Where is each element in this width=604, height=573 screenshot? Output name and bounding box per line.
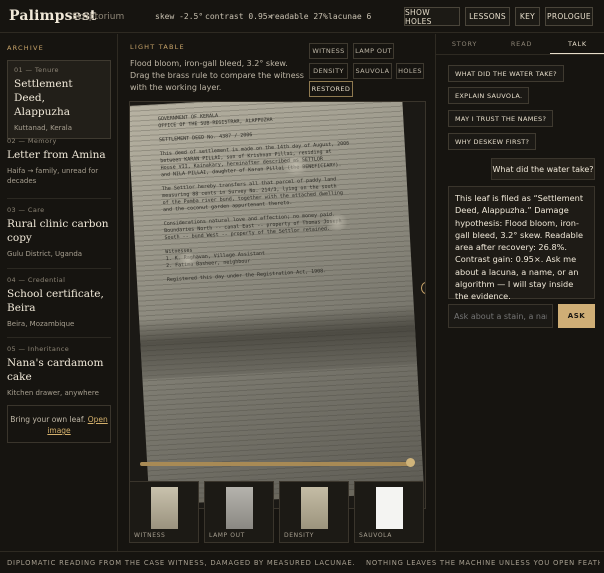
archive-item-clinic-carbon[interactable]: 03 — Care Rural clinic carbon copy Gulu … [7, 206, 111, 259]
thumbnail-strip: WITNESS LAMP OUT DENSITY SAUVOLA H [129, 481, 429, 545]
companion-panel: STORY READ TALK WHAT DID THE WATER TAKE?… [435, 34, 604, 551]
key-button[interactable]: KEY [515, 7, 540, 26]
document-viewer[interactable]: GOVERNMENT OF KERALA OFFICE OF THE SUB-R… [129, 101, 426, 509]
archive-item-meta: Kitchen drawer, anywhere [7, 389, 99, 397]
mode-witness-button[interactable]: WITNESS [309, 43, 348, 59]
byo-text: Bring your own leaf. [10, 415, 86, 424]
question-deskew-button[interactable]: WHY DESKEW FIRST? [448, 133, 537, 150]
tab-talk[interactable]: TALK [550, 34, 604, 54]
tab-read[interactable]: READ [493, 34, 550, 54]
archive-item-cardamom-cake[interactable]: 05 — Inheritance Nana's cardamom cake Ki… [7, 345, 111, 398]
ask-input[interactable] [448, 304, 553, 328]
mode-sauvola-button[interactable]: SAUVOLA [353, 63, 392, 79]
mode-lamp-out-button[interactable]: LAMP OUT [353, 43, 394, 59]
question-water-button[interactable]: WHAT DID THE WATER TAKE? [448, 65, 564, 82]
light-table-description: Flood bloom, iron-gall bleed, 3.2° skew.… [130, 59, 304, 92]
thumbnail-lamp-out[interactable]: LAMP OUT [204, 481, 274, 543]
archive-sidebar: ARCHIVE 01 — Tenure Settlement Deed, Ala… [0, 34, 118, 551]
question-sauvola-button[interactable]: EXPLAIN SAUVOLA. [448, 87, 530, 104]
thumbnail-label: WITNESS [134, 532, 166, 539]
light-table-panel: LIGHT TABLE Flood bloom, iron-gall bleed… [118, 34, 434, 551]
skew-stat: skew -2.5° [155, 12, 204, 21]
archive-item-number: 02 — Memory [7, 137, 57, 145]
archive-item-settlement-deed[interactable]: 01 — Tenure Settlement Deed, Alappuzha K… [7, 60, 111, 139]
app-subtitle: Scriptorium [72, 12, 125, 22]
readable-stat: readable 27% [270, 12, 328, 21]
mode-holes-button[interactable]: HOLES [396, 63, 424, 79]
archive-item-meta: Haifa → family, unread for decades [7, 167, 99, 185]
mode-density-button[interactable]: DENSITY [309, 63, 348, 79]
light-table-label: LIGHT TABLE [130, 43, 185, 51]
divider [7, 268, 111, 269]
document-page: GOVERNMENT OF KERALA OFFICE OF THE SUB-R… [130, 102, 424, 502]
thumbnail-sauvola[interactable]: SAUVOLA [354, 481, 424, 543]
compare-handle[interactable] [421, 282, 425, 294]
archive-item-number: 01 — Tenure [14, 66, 59, 74]
archive-item-title: School certificate, Beira [7, 288, 104, 314]
archive-item-title: Letter from Amina [7, 149, 106, 161]
thumbnail-image [151, 487, 178, 529]
thumbnail-image [301, 487, 328, 529]
thumbnail-image [226, 487, 253, 529]
brass-rule-track [140, 462, 410, 466]
archive-item-title: Settlement Deed, Alappuzha [14, 78, 73, 118]
thumbnail-image [376, 487, 403, 529]
footer-right-text: NOTHING LEAVES THE MACHINE UNLESS YOU OP… [366, 559, 600, 567]
bring-your-own-leaf: Bring your own leaf. Open image [7, 405, 111, 443]
prologue-button[interactable]: PROLOGUE [545, 7, 593, 26]
question-names-button[interactable]: MAY I TRUST THE NAMES? [448, 110, 554, 127]
archive-item-title: Rural clinic carbon copy [7, 218, 109, 244]
divider [7, 198, 111, 199]
divider [7, 337, 111, 338]
archive-item-title: Nana's cardamom cake [7, 357, 104, 383]
footer-left-text: DIPLOMATIC READING FROM THE CASE WITNESS… [7, 559, 356, 567]
archive-item-meta: Gulu District, Uganda [7, 250, 83, 258]
tab-divider [436, 54, 604, 55]
ask-button[interactable]: ASK [558, 304, 595, 328]
contrast-stat: contrast 0.95× [205, 12, 273, 21]
thumbnail-density[interactable]: DENSITY [279, 481, 349, 543]
archive-item-number: 04 — Credential [7, 276, 66, 284]
archive-item-number: 03 — Care [7, 206, 45, 214]
thumbnail-label: SAUVOLA [359, 532, 392, 539]
assistant-message: This leaf is filed as “Settlement Deed, … [448, 186, 595, 301]
lessons-button[interactable]: LESSONS [465, 7, 510, 26]
archive-item-school-certificate[interactable]: 04 — Credential School certificate, Beir… [7, 276, 111, 329]
thumbnail-witness[interactable]: WITNESS [129, 481, 199, 543]
lacunae-stat: lacunae 6 [328, 12, 372, 21]
archive-label: ARCHIVE [7, 44, 44, 52]
thumbnail-label: DENSITY [284, 532, 315, 539]
archive-item-meta: Beira, Mozambique [7, 320, 75, 328]
footer: DIPLOMATIC READING FROM THE CASE WITNESS… [0, 551, 604, 573]
show-holes-button[interactable]: SHOW HOLES [404, 7, 460, 26]
tab-story[interactable]: STORY [436, 34, 493, 54]
user-message: What did the water take? [491, 158, 595, 180]
archive-item-number: 05 — Inheritance [7, 345, 70, 353]
archive-item-letter-amina[interactable]: 02 — Memory Letter from Amina Haifa → fa… [7, 137, 111, 186]
brass-rule-knob[interactable] [406, 458, 415, 467]
thumbnail-label: LAMP OUT [209, 532, 245, 539]
mode-restored-button[interactable]: RESTORED [309, 81, 353, 97]
archive-item-meta: Kuttanad, Kerala [14, 124, 73, 132]
top-bar: Palimpsest Scriptorium skew -2.5° contra… [0, 0, 604, 33]
